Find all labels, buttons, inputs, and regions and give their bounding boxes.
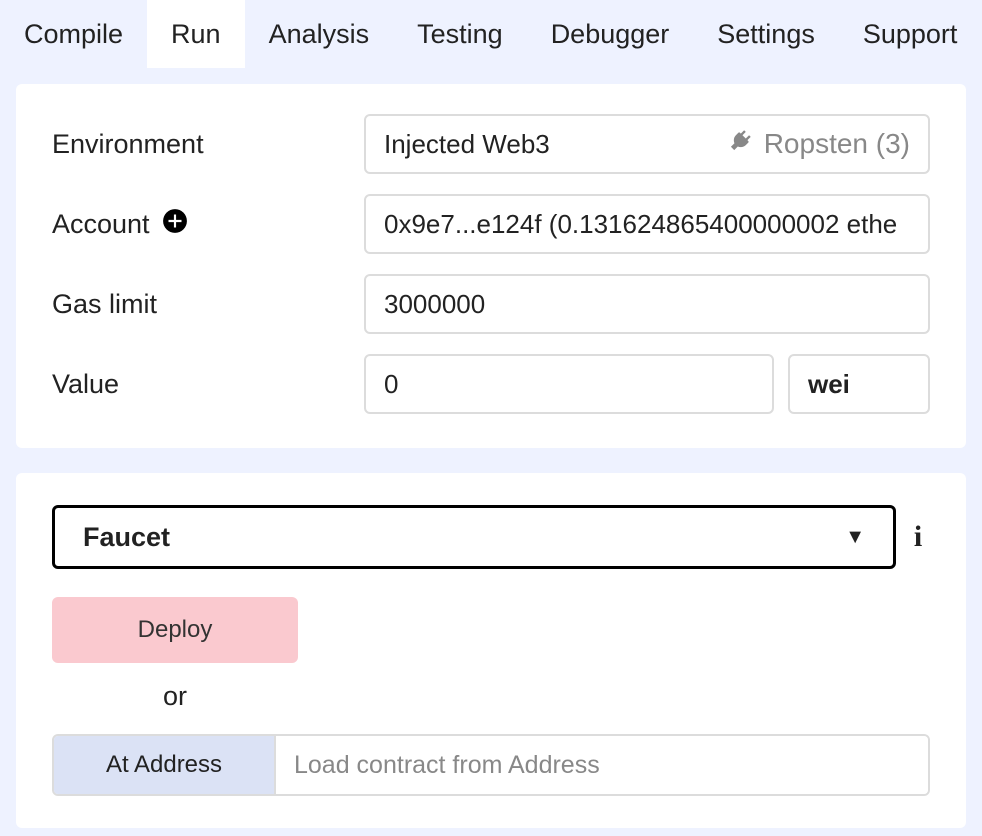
tab-analysis[interactable]: Analysis xyxy=(245,0,394,68)
environment-select[interactable]: Injected Web3 Ropsten (3) xyxy=(364,114,930,174)
value-unit-selected: wei xyxy=(808,369,850,400)
tabs: Compile Run Analysis Testing Debugger Se… xyxy=(0,0,982,68)
contract-select[interactable]: Faucet ▼ xyxy=(52,505,896,569)
environment-label: Environment xyxy=(52,129,352,160)
plug-icon xyxy=(726,127,754,162)
value-label: Value xyxy=(52,369,352,400)
plus-circle-icon[interactable] xyxy=(162,208,188,241)
tab-debugger[interactable]: Debugger xyxy=(527,0,694,68)
contract-selected: Faucet xyxy=(83,522,170,553)
gas-limit-input[interactable] xyxy=(364,274,930,334)
tab-settings[interactable]: Settings xyxy=(693,0,839,68)
value-unit-select[interactable]: wei xyxy=(788,354,930,414)
tab-run[interactable]: Run xyxy=(147,0,245,68)
gas-limit-label: Gas limit xyxy=(52,289,352,320)
deploy-panel: Faucet ▼ i Deploy or At Address xyxy=(16,473,966,828)
account-select[interactable]: 0x9e7...e124f (0.131624865400000002 ethe xyxy=(364,194,930,254)
run-config-panel: Environment Injected Web3 Ropsten (3) Ac… xyxy=(16,84,966,448)
environment-network: Ropsten (3) xyxy=(764,128,910,160)
info-icon[interactable]: i xyxy=(906,522,930,552)
tab-support[interactable]: Support xyxy=(839,0,982,68)
environment-selected: Injected Web3 xyxy=(384,129,550,160)
account-selected: 0x9e7...e124f (0.131624865400000002 ethe xyxy=(384,209,897,240)
deploy-button[interactable]: Deploy xyxy=(52,597,298,663)
or-label: or xyxy=(52,681,298,712)
account-label: Account xyxy=(52,209,150,240)
at-address-input[interactable] xyxy=(276,736,928,794)
tab-compile[interactable]: Compile xyxy=(0,0,147,68)
caret-down-icon: ▼ xyxy=(845,526,865,549)
at-address-button[interactable]: At Address xyxy=(54,736,276,794)
tab-testing[interactable]: Testing xyxy=(393,0,527,68)
value-input[interactable] xyxy=(364,354,774,414)
